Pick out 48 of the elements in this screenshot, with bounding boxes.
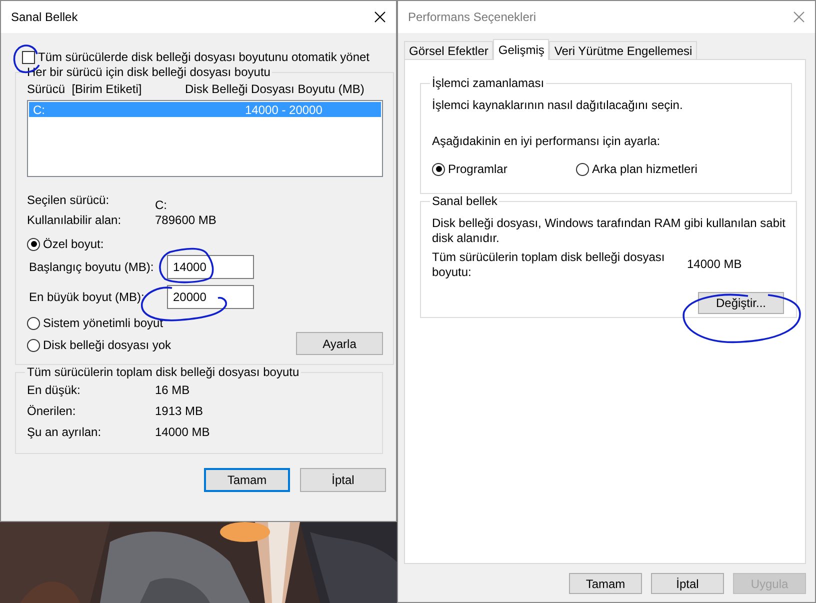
field-value: 789600 MB	[155, 213, 216, 227]
tab[interactable]: Veri Yürütme Engellemesi	[549, 41, 698, 59]
checkbox-label: Tüm sürücülerde disk belleği dosyası boyutunu otomatik yönet	[38, 50, 370, 64]
field-value: 14000 MB	[687, 256, 742, 273]
input-field[interactable]: 14000	[167, 254, 254, 278]
radio-button[interactable]	[432, 162, 445, 176]
field-value: C:	[155, 198, 167, 212]
radio-button[interactable]	[27, 238, 40, 250]
window-title: Sanal Bellek	[11, 10, 78, 24]
field-value: 16 MB	[155, 382, 190, 396]
dialog-button[interactable]: İptal	[651, 573, 724, 594]
radio-label: Disk belleği dosyası yok	[43, 338, 172, 352]
close-icon[interactable]	[374, 11, 386, 23]
radio-label: Arka plan hizmetleri	[592, 162, 698, 176]
field-label: En büyük boyut (MB):	[29, 290, 144, 304]
window-title: Performans Seçenekleri	[408, 10, 536, 24]
radio-label: Programlar	[448, 162, 508, 176]
change-button[interactable]: Değiştir...	[698, 292, 784, 314]
radio-button[interactable]	[27, 316, 40, 330]
dialog-button[interactable]: Tamam	[569, 573, 642, 594]
field-label: Başlangıç boyutu (MB):	[29, 260, 154, 274]
column-header: Sürücü [Birim Etiketi]	[27, 82, 143, 96]
field-value: 14000 MB	[155, 424, 210, 438]
group-title: Tüm sürücülerin toplam disk belleği dosyası boyutu	[26, 365, 300, 379]
dialog-button[interactable]: Tamam	[204, 468, 290, 492]
set-button[interactable]: Ayarla	[296, 332, 383, 355]
field-label: Tüm sürücülerin toplam disk belleği dosyası boyutu:	[432, 250, 666, 280]
radio-button[interactable]	[27, 338, 40, 352]
field-label: En düşük:	[27, 382, 82, 396]
field-label: Önerilen:	[27, 404, 77, 418]
field-value: 1913 MB	[155, 404, 204, 418]
tab[interactable]: Gelişmiş	[493, 39, 550, 60]
input-field[interactable]: 20000	[167, 284, 254, 308]
radio-label: Özel boyut:	[43, 237, 104, 251]
prompt-text: Aşağıdakinin en iyi performansı için ayarla:	[432, 134, 662, 148]
tab[interactable]: Görsel Efektler	[404, 41, 494, 59]
checkbox[interactable]	[22, 50, 35, 64]
field-label: Seçilen sürücü:	[27, 193, 110, 207]
description-text: Disk belleği dosyası, Windows tarafından RAM gibi kullanılan sabit disk alanıdır.	[432, 216, 786, 246]
description-text: İşlemci kaynaklarının nasıl dağıtılacağını seçin.	[432, 98, 684, 112]
group-title: İşlemci zamanlaması	[431, 76, 546, 90]
radio-button[interactable]	[576, 162, 589, 176]
field-label: Kullanılabilir alan:	[27, 213, 122, 227]
field-label: Şu an ayrılan:	[27, 424, 102, 438]
group-title: Sanal bellek	[431, 194, 498, 208]
dialog-button[interactable]: İptal	[300, 468, 386, 492]
radio-label: Sistem yönetimli boyut	[43, 316, 164, 330]
column-header: Disk Belleği Dosyası Boyutu (MB)	[185, 82, 364, 96]
